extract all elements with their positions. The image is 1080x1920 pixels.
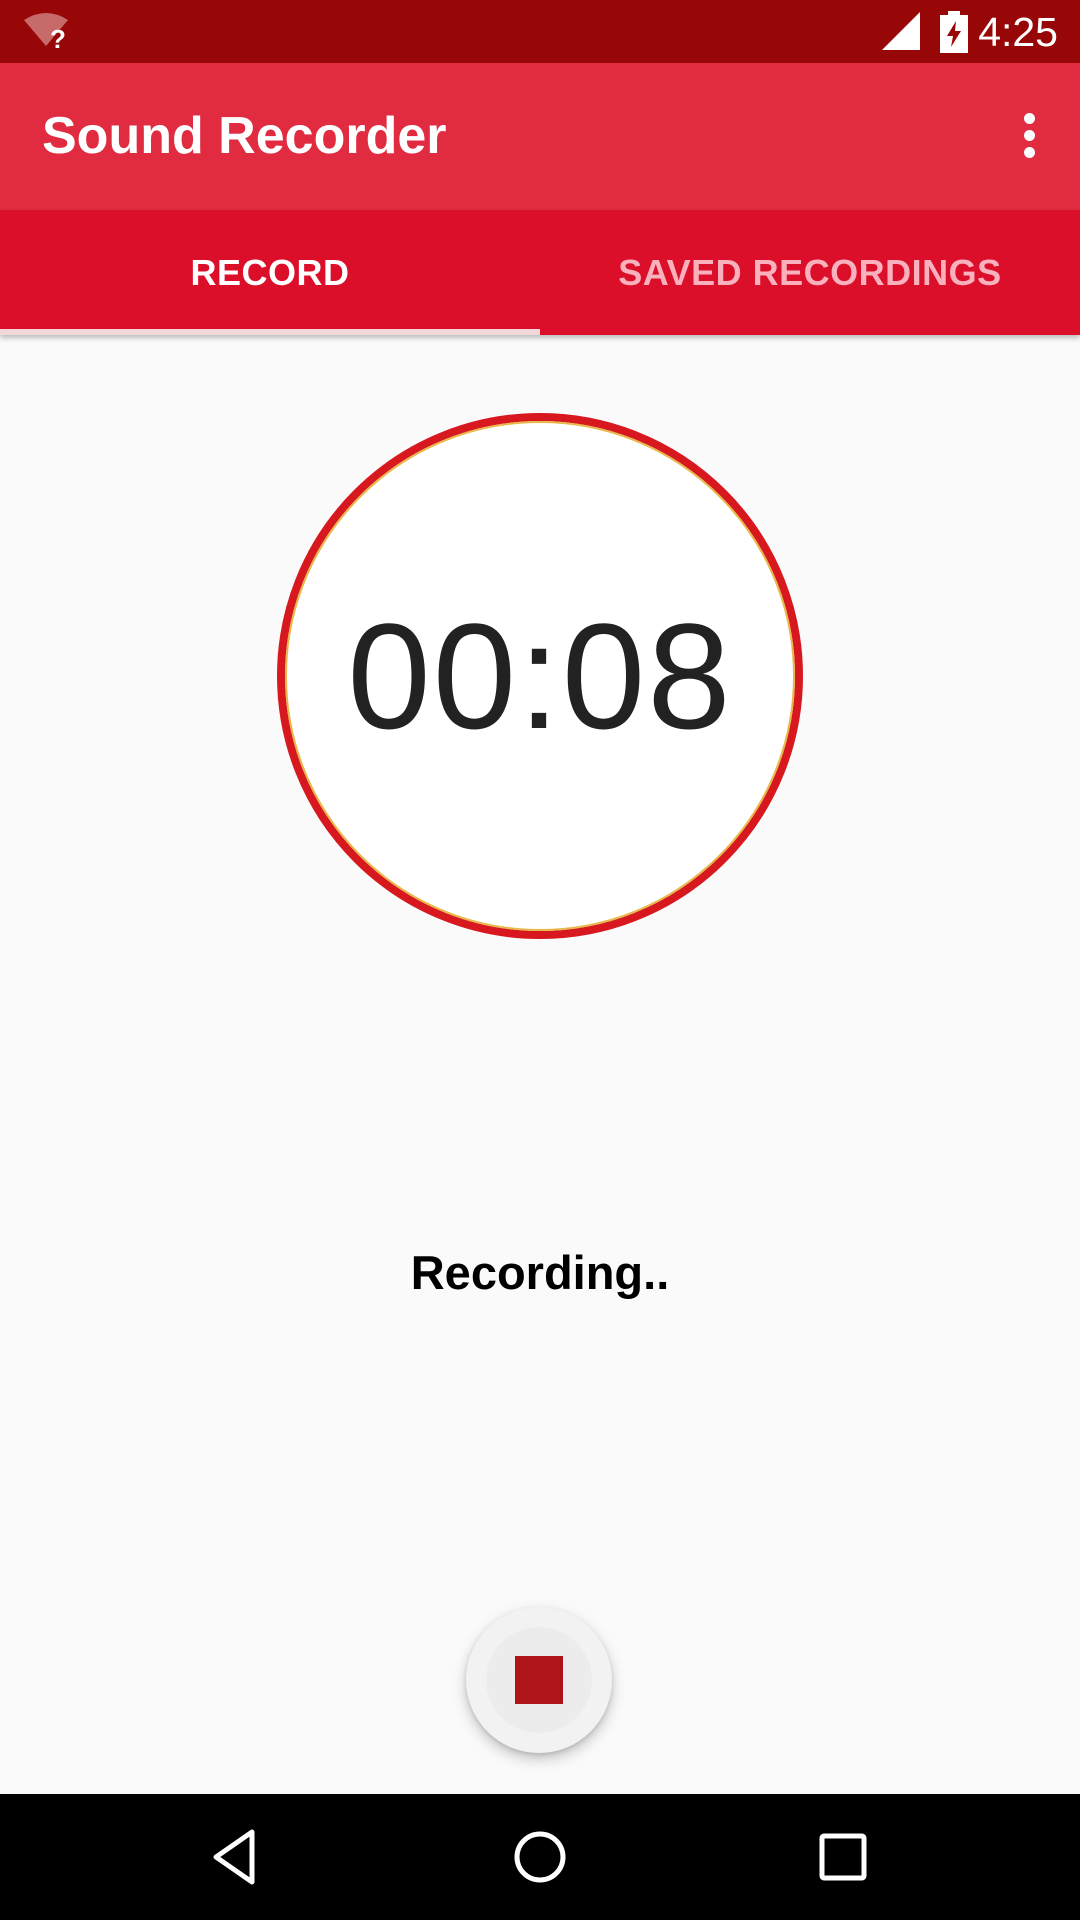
home-icon[interactable] <box>507 1824 573 1890</box>
tab-bar: RECORD SAVED RECORDINGS <box>0 210 1080 335</box>
back-icon[interactable] <box>202 1824 268 1890</box>
status-time: 4:25 <box>978 9 1058 55</box>
recording-status: Recording.. <box>410 1246 670 1299</box>
navigation-bar <box>0 1794 1080 1920</box>
svg-text:?: ? <box>50 24 66 50</box>
app-bar: Sound Recorder <box>0 63 1080 210</box>
stop-button-inner <box>486 1627 592 1733</box>
battery-charging-icon <box>940 11 968 53</box>
tab-saved-recordings[interactable]: SAVED RECORDINGS <box>540 210 1080 335</box>
more-vert-icon[interactable] <box>1006 113 1052 159</box>
status-bar: ? 4:25 <box>0 0 1080 63</box>
stop-button[interactable] <box>466 1607 612 1753</box>
tab-indicator <box>0 329 540 335</box>
signal-icon <box>882 12 920 50</box>
recents-icon[interactable] <box>810 1824 876 1890</box>
elapsed-time: 00:08 <box>347 592 733 760</box>
stop-icon <box>515 1656 563 1704</box>
app-title: Sound Recorder <box>42 107 447 165</box>
tab-record[interactable]: RECORD <box>0 210 540 335</box>
wifi-unknown-icon: ? <box>24 13 68 50</box>
